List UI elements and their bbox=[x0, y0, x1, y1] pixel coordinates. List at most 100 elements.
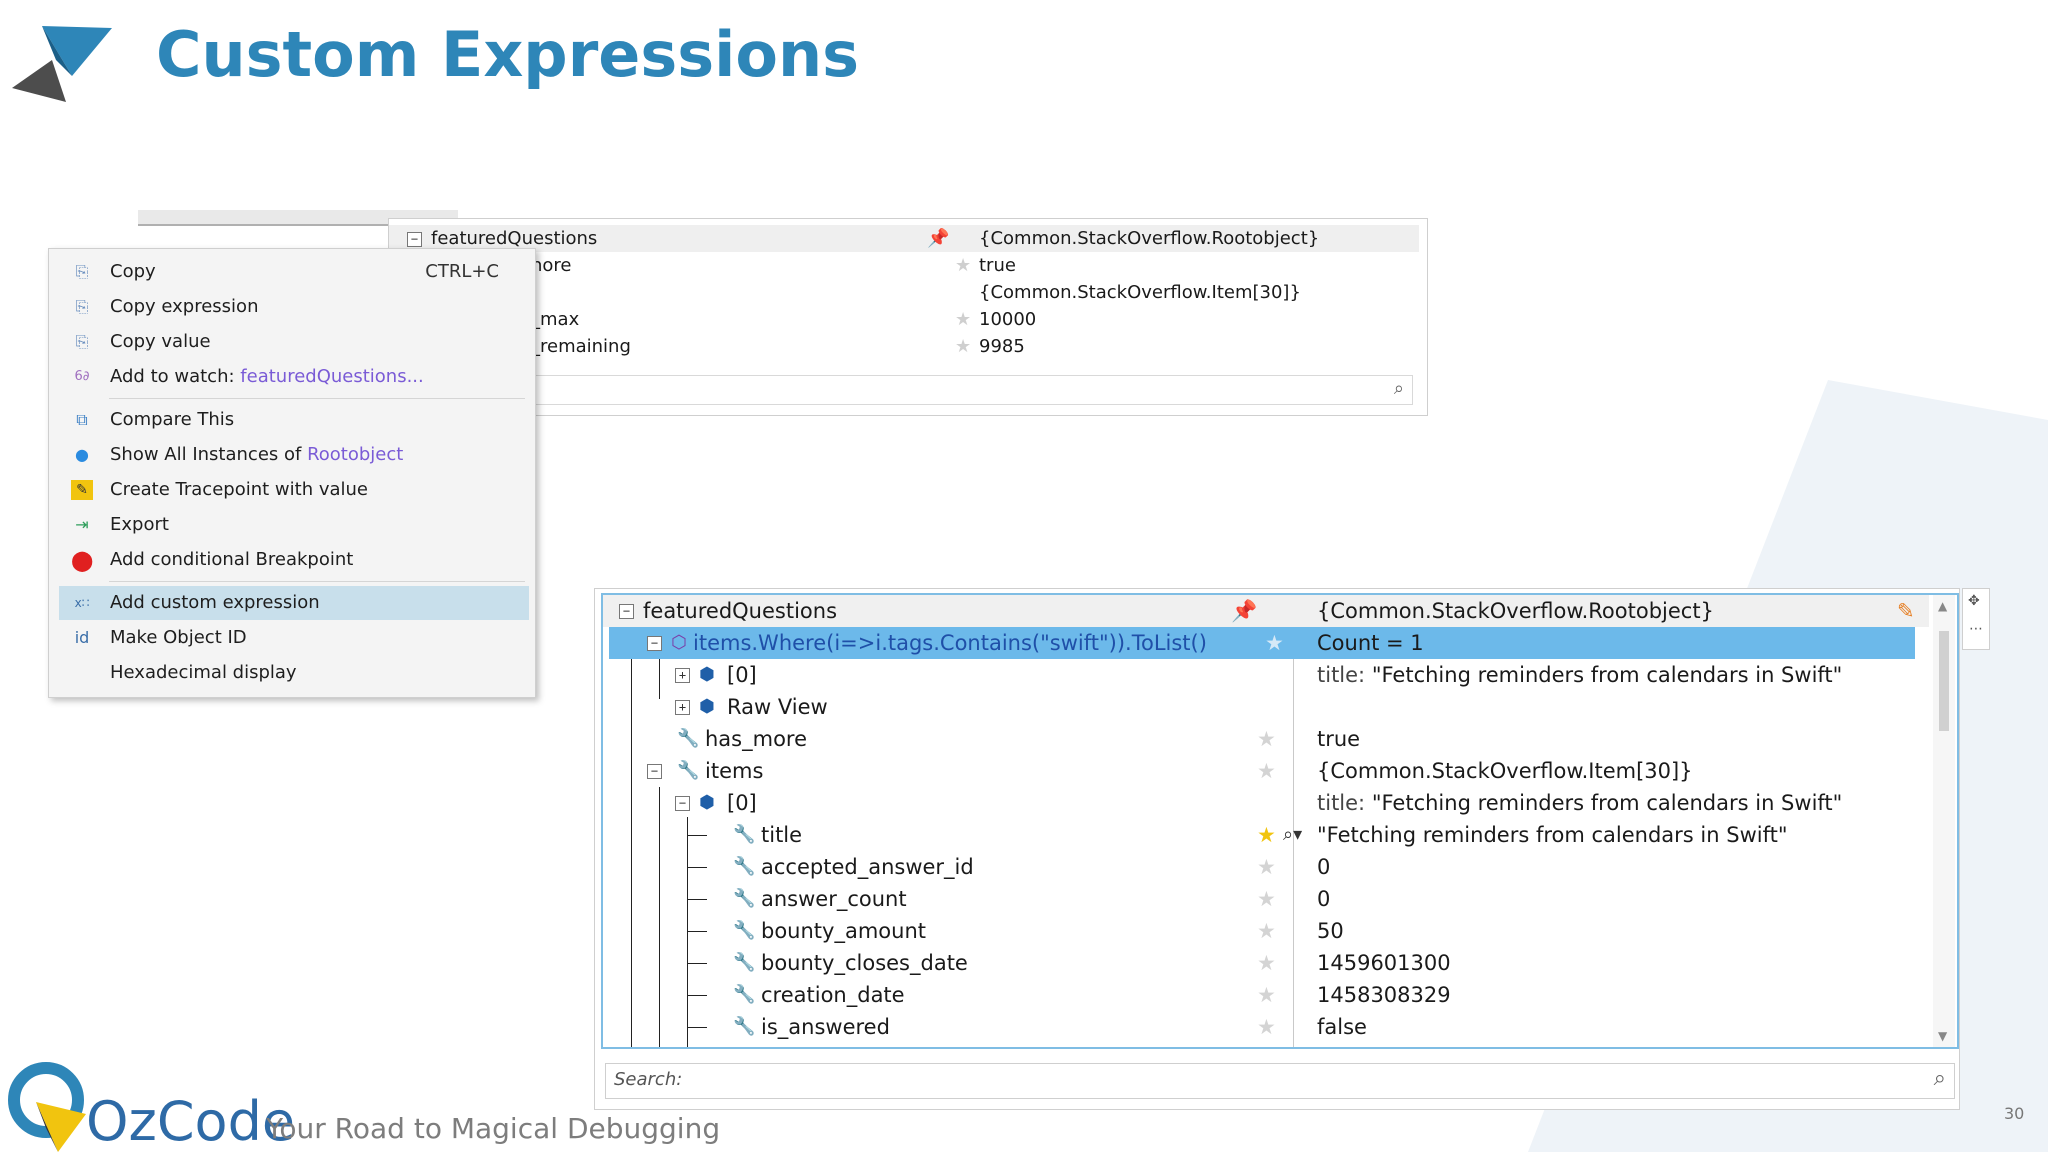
menu-item-add-conditional-breakpoint[interactable]: ⬤ Add conditional Breakpoint bbox=[59, 543, 529, 577]
copy-icon: ⎘ bbox=[75, 262, 89, 281]
more-icon[interactable]: ⋯ bbox=[1969, 621, 1983, 637]
watch-row-value-prefix: title: bbox=[1317, 663, 1366, 687]
watch-row-title[interactable]: 🔧 title ★ ⌕▾ "Fetching reminders from ca… bbox=[603, 819, 1929, 851]
slide-title: Custom Expressions bbox=[156, 18, 860, 91]
page-number: 30 bbox=[2004, 1104, 2025, 1123]
menu-item-make-object-id[interactable]: id Make Object ID bbox=[59, 621, 529, 655]
watch-row-custom-expression[interactable]: − ⬡ items.Where(i=>i.tags.Contains("swif… bbox=[609, 627, 1915, 659]
star-icon[interactable]: ★ bbox=[1257, 851, 1276, 883]
window-side-controls: ✥ ⋯ bbox=[1962, 588, 1990, 650]
watch-window: − featuredQuestions 📌 {Common.StackOverf… bbox=[594, 588, 1960, 1110]
search-icon: ⌕ bbox=[1393, 378, 1404, 399]
star-icon[interactable]: ★ bbox=[955, 306, 971, 333]
copy-icon: ⎘ bbox=[75, 297, 89, 316]
brand-name: OzCode bbox=[86, 1090, 296, 1153]
watch-row-items[interactable]: − 🔧 items ★ {Common.StackOverflow.Item[3… bbox=[603, 755, 1929, 787]
watch-row-bounty-amount[interactable]: 🔧 bounty_amount ★ 50 bbox=[603, 915, 1929, 947]
menu-item-compare-this[interactable]: ⧉ Compare This bbox=[59, 403, 529, 437]
bg-watch-header-row[interactable]: − featuredQuestions 📌 {Common.StackOverf… bbox=[389, 225, 1419, 252]
expand-icon[interactable]: + bbox=[675, 668, 690, 683]
star-icon[interactable]: ★ bbox=[955, 333, 971, 360]
wrench-icon: 🔧 bbox=[733, 824, 756, 845]
watch-row-name: bounty_amount bbox=[761, 919, 926, 943]
watch-row-featured-questions[interactable]: − featuredQuestions 📌 {Common.StackOverf… bbox=[603, 595, 1929, 627]
custom-expression-icon: x∷ bbox=[74, 596, 90, 610]
collapse-icon[interactable]: − bbox=[675, 796, 690, 811]
menu-item-add-to-watch[interactable]: 6∂ Add to watch: featuredQuestions... bbox=[59, 360, 529, 394]
menu-item-add-custom-expression[interactable]: x∷ Add custom expression bbox=[59, 586, 529, 620]
bg-watch-row[interactable]: nore ★ true bbox=[389, 252, 1419, 279]
menu-separator bbox=[109, 398, 525, 399]
search-icon[interactable]: ⌕▾ bbox=[1283, 819, 1302, 851]
ozcode-q-logo-icon bbox=[8, 1062, 86, 1152]
watch-row-name: has_more bbox=[705, 727, 808, 751]
watch-row-value: "Fetching reminders from calendars in Sw… bbox=[1371, 791, 1843, 815]
bg-watch-search-input[interactable]: ⌕ bbox=[499, 375, 1413, 405]
move-icon[interactable]: ✥ bbox=[1968, 593, 1980, 609]
pin-icon[interactable]: 📌 bbox=[927, 225, 949, 252]
menu-item-hexadecimal-display[interactable]: Hexadecimal display bbox=[59, 656, 529, 690]
watch-row-item-0[interactable]: + ⬢ [0] title: "Fetching reminders from … bbox=[603, 659, 1929, 691]
watch-row-creation-date[interactable]: 🔧 creation_date ★ 1458308329 bbox=[603, 979, 1929, 1011]
glasses-icon: 6∂ bbox=[74, 369, 90, 384]
menu-item-show-all-instances[interactable]: ● Show All Instances of Rootobject bbox=[59, 438, 529, 472]
watch-row-value: false bbox=[1317, 1015, 1367, 1039]
star-icon[interactable]: ★ bbox=[1257, 883, 1276, 915]
bg-watch-row[interactable]: {Common.StackOverflow.Item[30]} bbox=[389, 279, 1419, 306]
watch-row-is-answered[interactable]: 🔧 is_answered ★ false bbox=[603, 1011, 1929, 1043]
pin-icon[interactable]: 📌 bbox=[1231, 595, 1257, 627]
collapse-icon[interactable]: − bbox=[407, 232, 422, 247]
watch-row-name: featuredQuestions bbox=[643, 599, 838, 623]
watch-row-value: 1458308329 bbox=[1317, 983, 1451, 1007]
star-icon[interactable]: ★ bbox=[1257, 915, 1276, 947]
scrollbar-thumb[interactable] bbox=[1939, 631, 1949, 731]
watch-row-items-0[interactable]: − ⬢ [0] title: "Fetching reminders from … bbox=[603, 787, 1929, 819]
star-icon[interactable]: ★ bbox=[1257, 947, 1276, 979]
menu-item-label: Export bbox=[110, 514, 169, 535]
star-icon[interactable]: ★ bbox=[1257, 819, 1276, 851]
watch-row-name: accepted_answer_id bbox=[761, 855, 974, 879]
bg-watch-row[interactable]: _remaining ★ 9985 bbox=[389, 333, 1419, 360]
watch-row-has-more[interactable]: 🔧 has_more ★ true bbox=[603, 723, 1929, 755]
bg-watch-header-value: {Common.StackOverflow.Rootobject} bbox=[979, 228, 1320, 249]
watch-row-name: answer_count bbox=[761, 887, 907, 911]
watch-row-bounty-closes-date[interactable]: 🔧 bounty_closes_date ★ 1459601300 bbox=[603, 947, 1929, 979]
watch-row-name: is_answered bbox=[761, 1015, 890, 1039]
watch-row-answer-count[interactable]: 🔧 answer_count ★ 0 bbox=[603, 883, 1929, 915]
bg-watch-row-name: nore bbox=[531, 255, 572, 276]
watch-row-raw-view[interactable]: + ⬢ Raw View bbox=[603, 691, 1929, 723]
star-icon[interactable]: ★ bbox=[1265, 627, 1284, 659]
watch-row-name: [0] bbox=[727, 791, 757, 815]
star-icon[interactable]: ★ bbox=[1257, 755, 1276, 787]
watch-search-input[interactable]: Search: ⌕ bbox=[605, 1063, 1955, 1099]
menu-item-copy-value[interactable]: ⎘ Copy value bbox=[59, 325, 529, 359]
scroll-down-icon[interactable]: ▼ bbox=[1938, 1029, 1947, 1043]
menu-item-create-tracepoint[interactable]: ✎ Create Tracepoint with value bbox=[59, 473, 529, 507]
menu-item-copy[interactable]: ⎘ Copy CTRL+C bbox=[59, 255, 529, 289]
watch-row-name: bounty_closes_date bbox=[761, 951, 968, 975]
menu-item-label: Copy expression bbox=[110, 296, 259, 317]
menu-item-label: Hexadecimal display bbox=[110, 662, 297, 683]
star-icon[interactable]: ★ bbox=[1257, 723, 1276, 755]
watch-row-value: 50 bbox=[1317, 919, 1344, 943]
star-icon[interactable]: ★ bbox=[955, 252, 971, 279]
brand-tagline: Your Road to Magical Debugging bbox=[266, 1112, 721, 1145]
magic-wand-icon[interactable]: ✎ bbox=[1897, 595, 1915, 627]
collapse-icon[interactable]: − bbox=[619, 604, 634, 619]
scroll-up-icon[interactable]: ▲ bbox=[1938, 599, 1947, 613]
copy-icon: ⎘ bbox=[75, 332, 89, 351]
menu-item-label: Copy bbox=[110, 261, 156, 282]
expand-icon[interactable]: + bbox=[675, 700, 690, 715]
collapse-icon[interactable]: − bbox=[647, 636, 662, 651]
menu-item-copy-expression[interactable]: ⎘ Copy expression bbox=[59, 290, 529, 324]
star-icon[interactable]: ★ bbox=[1257, 1011, 1276, 1043]
menu-item-export[interactable]: ⇥ Export bbox=[59, 508, 529, 542]
watch-row-accepted-answer-id[interactable]: 🔧 accepted_answer_id ★ 0 bbox=[603, 851, 1929, 883]
watch-row-name: items.Where(i=>i.tags.Contains("swift"))… bbox=[693, 631, 1207, 655]
breakpoint-icon: ⬤ bbox=[71, 548, 94, 572]
bg-watch-row[interactable]: _max ★ 10000 bbox=[389, 306, 1419, 333]
wrench-icon: 🔧 bbox=[733, 984, 756, 1005]
vertical-scrollbar[interactable]: ▲ ▼ bbox=[1933, 595, 1955, 1047]
star-icon[interactable]: ★ bbox=[1257, 979, 1276, 1011]
collapse-icon[interactable]: − bbox=[647, 764, 662, 779]
